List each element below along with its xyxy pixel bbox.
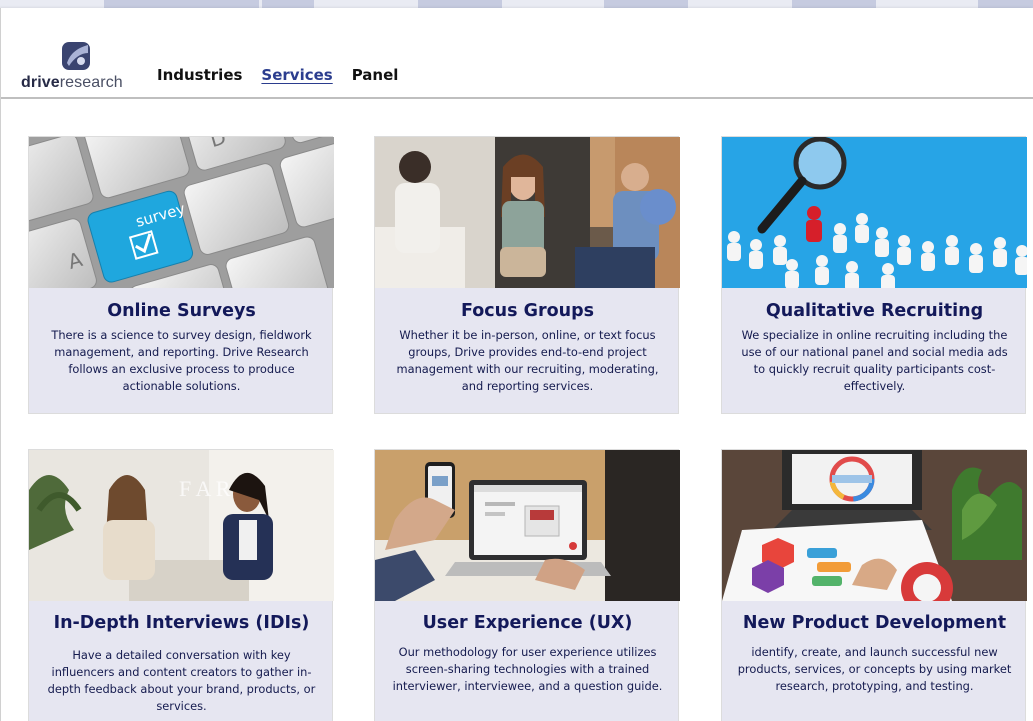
- service-description: Have a detailed conversation with key in…: [47, 648, 316, 713]
- page-frame: driveresearch Industries Services Panel: [0, 8, 1033, 721]
- keyboard-survey-key-image: A D survey: [29, 137, 334, 288]
- service-description: There is a science to survey design, fie…: [51, 328, 312, 393]
- laptop-phone-ux-image: [375, 450, 680, 601]
- service-description: identify, create, and launch successful …: [737, 645, 1012, 693]
- main-nav: Industries Services Panel: [157, 66, 417, 84]
- service-title[interactable]: User Experience (UX): [375, 613, 680, 633]
- nav-industries[interactable]: Industries: [157, 66, 242, 84]
- svg-text:F A R: F A R: [179, 476, 231, 501]
- service-title[interactable]: In-Depth Interviews (IDIs): [29, 613, 334, 633]
- browser-top-strip: [0, 0, 1033, 8]
- brand-wordmark: driveresearch: [21, 74, 123, 91]
- interview-two-women-image: F A R: [29, 450, 334, 601]
- magnifier-figures-image: [722, 137, 1027, 288]
- service-card-qualitative-recruiting[interactable]: Qualitative Recruiting We specialize in …: [721, 136, 1027, 414]
- drive-research-logo-icon: [62, 42, 90, 70]
- service-title[interactable]: Online Surveys: [29, 301, 334, 321]
- service-title[interactable]: Focus Groups: [375, 301, 680, 321]
- service-card-online-surveys[interactable]: A D survey Online Surveys There is a sci…: [28, 136, 334, 414]
- service-description: Our methodology for user experience util…: [392, 645, 663, 693]
- site-header: driveresearch Industries Services Panel: [1, 8, 1033, 99]
- service-card-new-product-development[interactable]: New Product Development identify, create…: [721, 449, 1027, 721]
- nav-services[interactable]: Services: [261, 66, 332, 84]
- service-card-in-depth-interviews[interactable]: F A R In-Depth Interviews (IDIs) Have a …: [28, 449, 334, 721]
- service-card-focus-groups[interactable]: Focus Groups Whether it be in-person, on…: [374, 136, 680, 414]
- service-description: We specialize in online recruiting inclu…: [741, 328, 1008, 393]
- product-planning-desk-image: [722, 450, 1027, 601]
- service-title[interactable]: Qualitative Recruiting: [722, 301, 1027, 321]
- focus-group-people-image: [375, 137, 680, 288]
- nav-panel[interactable]: Panel: [352, 66, 399, 84]
- brand-logo[interactable]: driveresearch: [21, 41, 136, 91]
- service-description: Whether it be in-person, online, or text…: [396, 328, 659, 393]
- service-title[interactable]: New Product Development: [722, 613, 1027, 633]
- service-card-user-experience[interactable]: User Experience (UX) Our methodology for…: [374, 449, 680, 721]
